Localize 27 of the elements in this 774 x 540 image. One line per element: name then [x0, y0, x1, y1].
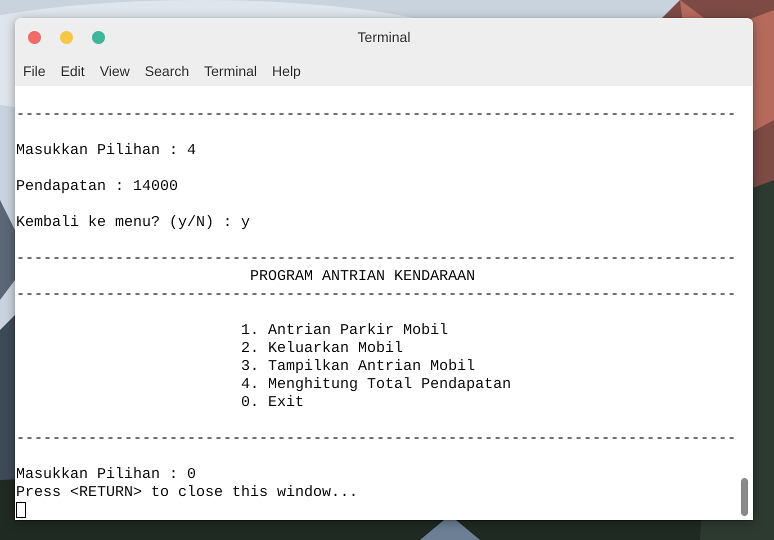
- terminal-line: Pendapatan : 14000: [16, 178, 178, 195]
- terminal-line: --------------------------------------------------------------------------------: [16, 286, 736, 303]
- window-control-button[interactable]: [60, 30, 73, 44]
- menu-item[interactable]: Terminal: [204, 63, 258, 79]
- terminal-line: PROGRAM ANTRIAN KENDARAAN: [249, 268, 476, 285]
- terminal-line: 4. Menghitung Total Pendapatan: [240, 376, 512, 393]
- terminal-line: --------------------------------------------------------------------------------: [16, 250, 736, 267]
- terminal-line: --------------------------------------------------------------------------------: [16, 430, 736, 447]
- text-cursor: [16, 502, 26, 518]
- terminal-line: Kembali ke menu? (y/N) : y: [16, 214, 250, 231]
- terminal-line: 0. Exit: [240, 394, 304, 411]
- menu-item[interactable]: View: [100, 63, 130, 79]
- terminal-line: 2. Keluarkan Mobil: [240, 340, 404, 357]
- menu-item[interactable]: File: [23, 63, 46, 79]
- terminal-line: Masukkan Pilihan : 0: [16, 466, 196, 483]
- terminal-line: Masukkan Pilihan : 4: [16, 142, 196, 159]
- terminal-line: 1. Antrian Parkir Mobil: [240, 322, 448, 339]
- menu-item[interactable]: Help: [272, 63, 301, 79]
- window-title: Terminal: [358, 29, 410, 45]
- terminal-line: 3. Tampilkan Antrian Mobil: [240, 358, 476, 375]
- menu-item[interactable]: Search: [144, 63, 190, 79]
- menu-item[interactable]: Edit: [60, 63, 85, 79]
- scrollbar-thumb[interactable]: [741, 478, 748, 516]
- terminal-line: --------------------------------------------------------------------------------: [16, 106, 736, 123]
- window-control-button[interactable]: [92, 30, 105, 44]
- window-control-button[interactable]: [28, 30, 41, 44]
- terminal-line: Press <RETURN> to close this window...: [16, 484, 358, 501]
